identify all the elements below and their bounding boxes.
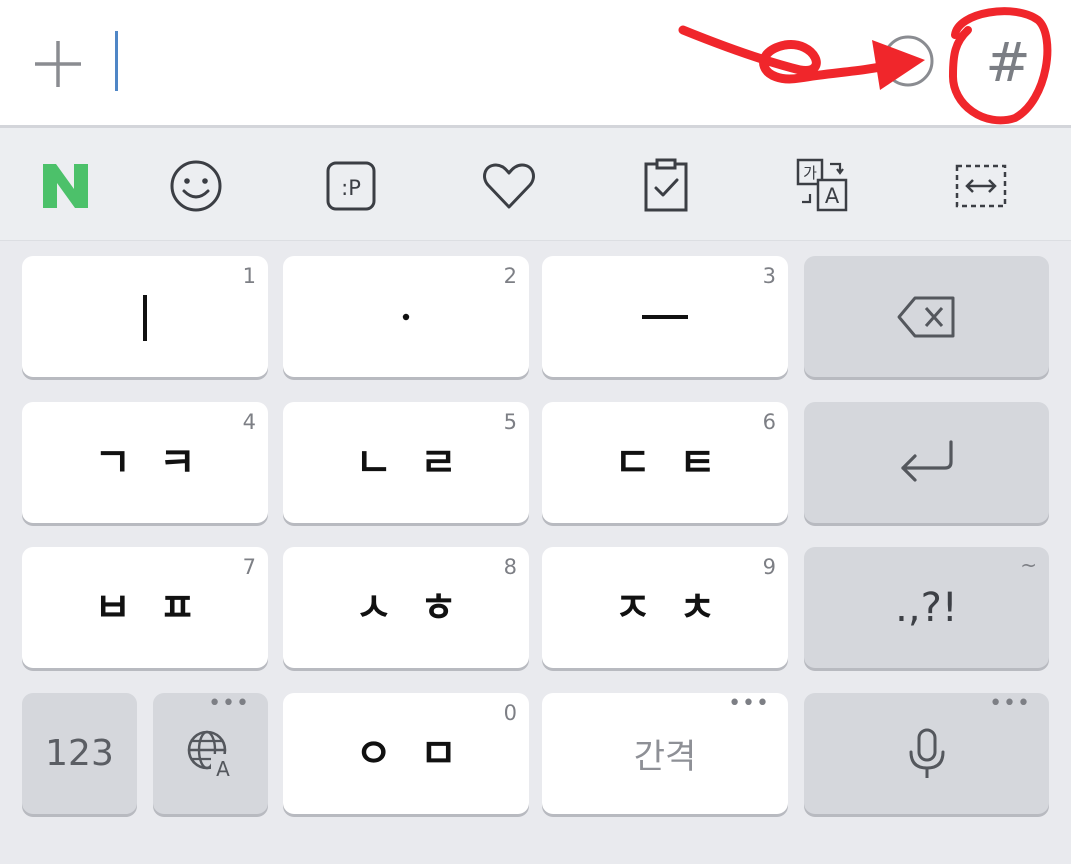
svg-text:가: 가: [803, 164, 817, 182]
key-glyph-dot: [402, 313, 410, 320]
key-3[interactable]: 3: [542, 256, 788, 377]
plus-icon[interactable]: [32, 38, 84, 90]
svg-text:A: A: [825, 184, 840, 208]
key-glyph: ㄱㅋ: [94, 439, 224, 486]
key-1[interactable]: 1: [22, 256, 268, 377]
key-glyph: ㅅㅎ: [355, 584, 485, 631]
key-0[interactable]: 0 ㅇㅁ: [283, 693, 529, 814]
key-glyph-horizontal-stroke: [642, 314, 688, 319]
translate-icon[interactable]: 가 A: [792, 156, 852, 216]
backspace-icon: [897, 296, 954, 337]
key-7[interactable]: 7 ㅂㅍ: [22, 547, 268, 668]
key-8[interactable]: 8 ㅅㅎ: [283, 547, 529, 668]
text-caret[interactable]: [115, 31, 118, 91]
key-6[interactable]: 6 ㄷㅌ: [542, 402, 788, 523]
voice-input-key[interactable]: •••: [804, 693, 1049, 814]
key-2[interactable]: 2: [283, 256, 529, 377]
sticker-icon[interactable]: :P: [321, 156, 381, 216]
key-glyph: ㄴㄹ: [355, 439, 485, 486]
enter-icon: [900, 439, 953, 482]
number-mode-key[interactable]: 123: [22, 693, 137, 814]
key-glyph: ㅇㅁ: [355, 730, 485, 777]
number-mode-label: 123: [45, 733, 114, 774]
key-9[interactable]: 9 ㅈㅊ: [542, 547, 788, 668]
punctuation-label: .,?!: [895, 584, 958, 631]
text-input-bar: #: [0, 0, 1071, 128]
space-label: 간격: [633, 737, 697, 777]
globe-icon: A: [187, 730, 235, 780]
punctuation-key[interactable]: ~ .,?!: [804, 547, 1049, 668]
space-key[interactable]: ••• 간격: [542, 693, 788, 814]
emoji-icon[interactable]: [880, 33, 936, 89]
keyboard-toolbar: :P 가 A: [0, 128, 1071, 241]
emoticon-icon[interactable]: [166, 156, 226, 216]
key-glyph: ㅂㅍ: [94, 584, 224, 631]
heart-icon[interactable]: [479, 156, 539, 216]
key-glyph: ㅈㅊ: [614, 584, 744, 631]
naver-logo[interactable]: [36, 156, 96, 216]
key-glyph-vertical-stroke: [143, 294, 147, 341]
microphone-icon: [909, 728, 944, 778]
svg-text::P: :P: [341, 176, 361, 200]
svg-text:A: A: [216, 757, 230, 780]
language-key[interactable]: ••• A: [153, 693, 268, 814]
enter-key[interactable]: [804, 402, 1049, 523]
key-4[interactable]: 4 ㄱㅋ: [22, 402, 268, 523]
clipboard-icon[interactable]: [636, 156, 696, 216]
key-glyph: ㄷㅌ: [614, 439, 744, 486]
hashtag-button[interactable]: #: [978, 28, 1038, 98]
key-5[interactable]: 5 ㄴㄹ: [283, 402, 529, 523]
backspace-key[interactable]: [804, 256, 1049, 377]
one-hand-mode-icon[interactable]: [951, 156, 1011, 216]
